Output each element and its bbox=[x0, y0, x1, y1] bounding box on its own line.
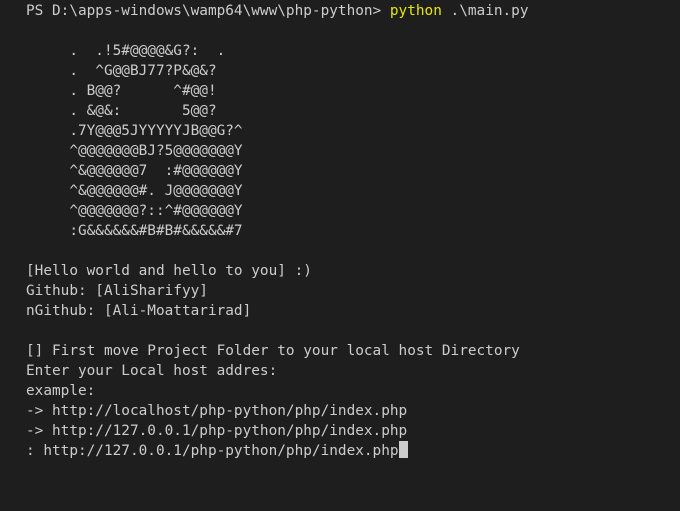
prompt-path: PS D:\apps-windows\wamp64\www\php-python… bbox=[26, 3, 390, 19]
ngithub-line: nGithub: [Ali-Moattarirad] bbox=[26, 303, 252, 319]
input-line[interactable]: : http://127.0.0.1/php-python/php/index.… bbox=[26, 441, 408, 461]
ascii-art-line: . ^G@@BJ77?P&@&? bbox=[26, 63, 217, 79]
hello-line: [Hello world and hello to you] :) bbox=[26, 263, 312, 279]
text-cursor bbox=[398, 441, 408, 458]
ascii-art-line: :G&&&&&&#B#B#&&&&&#7 bbox=[26, 223, 243, 239]
input-value[interactable]: : http://127.0.0.1/php-python/php/index.… bbox=[26, 443, 399, 459]
ascii-art-line: ^&@@@@@@#. J@@@@@@@Y bbox=[26, 183, 243, 199]
example-url-2: -> http://127.0.0.1/php-python/php/index… bbox=[26, 423, 408, 439]
ascii-art-line: .7Y@@@5JYYYYYJB@@G?^ bbox=[26, 123, 243, 139]
ascii-art-line: . .!5#@@@@&G?: . bbox=[26, 43, 226, 59]
prompt-line: PS D:\apps-windows\wamp64\www\php-python… bbox=[26, 1, 529, 21]
command-args: .\main.py bbox=[441, 3, 529, 19]
terminal-window[interactable]: PS D:\apps-windows\wamp64\www\php-python… bbox=[0, 0, 680, 511]
instruction-line: [] First move Project Folder to your loc… bbox=[26, 343, 520, 359]
ascii-art-line: . &@&: 5@@? bbox=[26, 103, 217, 119]
github-line: Github: [AliSharifyy] bbox=[26, 283, 208, 299]
enter-prompt-line: Enter your Local host addres: bbox=[26, 363, 278, 379]
ascii-art-line: . B@@? ^#@@! bbox=[26, 83, 217, 99]
command-name: python bbox=[389, 3, 442, 19]
example-url-1: -> http://localhost/php-python/php/index… bbox=[26, 403, 408, 419]
ascii-art-line: ^&@@@@@@7 :#@@@@@@Y bbox=[26, 163, 243, 179]
ascii-art-line: ^@@@@@@@BJ?5@@@@@@@Y bbox=[26, 143, 243, 159]
ascii-art-line: ^@@@@@@@?::^#@@@@@@Y bbox=[26, 203, 243, 219]
example-label: example: bbox=[26, 383, 96, 399]
